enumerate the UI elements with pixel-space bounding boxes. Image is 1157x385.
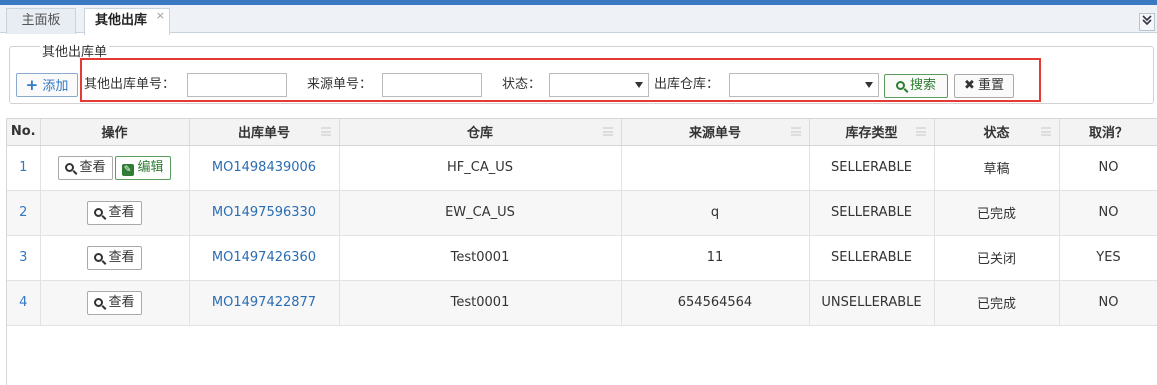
close-icon[interactable]: × xyxy=(156,4,165,28)
order-no-link[interactable]: MO1498439006 xyxy=(189,145,340,191)
table-header-row: No. 操作 出库单号 仓库 来源单号 库存类型 状态 取消？ xyxy=(7,119,1157,146)
table-row: 1 查看 ✎ 编辑 MO1498439006 HF_CA_US SELLERABLE… xyxy=(7,145,1157,191)
view-button[interactable]: 查看 xyxy=(87,245,142,270)
edit-icon: ✎ xyxy=(121,163,134,176)
search-icon xyxy=(65,162,75,172)
warehouse-cell: Test0001 xyxy=(339,235,622,281)
table-row: 3 查看 MO1497426360 Test0001 11 SELLERABLE… xyxy=(7,235,1157,281)
stock-type-cell: SELLERABLE xyxy=(809,190,935,236)
status-cell: 已关闭 xyxy=(934,235,1060,281)
add-button-label: 添加 xyxy=(42,79,69,94)
col-header-status[interactable]: 状态 xyxy=(934,119,1060,146)
order-no-link[interactable]: MO1497426360 xyxy=(189,235,340,281)
col-header-order-no[interactable]: 出库单号 xyxy=(189,119,340,146)
order-no-link[interactable]: MO1497596330 xyxy=(189,190,340,236)
tab-bar: 主面板 其他出库 × xyxy=(0,5,1157,35)
cancel-cell: NO xyxy=(1059,190,1157,236)
col-header-cancel[interactable]: 取消？ xyxy=(1059,119,1157,146)
plus-icon: + xyxy=(25,76,39,94)
stock-type-cell: UNSELLERABLE xyxy=(809,280,935,326)
source-no-cell: 654564564 xyxy=(621,280,810,326)
row-number: 4 xyxy=(7,280,41,326)
col-header-actions[interactable]: 操作 xyxy=(40,119,190,146)
tab-label: 其他出库 xyxy=(95,13,148,28)
row-number: 1 xyxy=(7,145,41,191)
view-button[interactable]: 查看 xyxy=(58,155,113,180)
stock-type-cell: SELLERABLE xyxy=(809,145,935,191)
row-number: 2 xyxy=(7,190,41,236)
search-icon xyxy=(94,297,104,307)
col-header-no[interactable]: No. xyxy=(7,119,41,146)
status-cell: 草稿 xyxy=(934,145,1060,191)
chevron-down-icon[interactable] xyxy=(1139,13,1155,31)
row-actions: 查看 xyxy=(40,190,190,236)
col-header-stock-type[interactable]: 库存类型 xyxy=(809,119,935,146)
sort-icon[interactable] xyxy=(790,127,801,136)
view-button[interactable]: 查看 xyxy=(87,290,142,315)
outbound-table: No. 操作 出库单号 仓库 来源单号 库存类型 状态 取消？ 1 查看 ✎ 编辑 … xyxy=(7,119,1157,326)
row-number: 3 xyxy=(7,235,41,281)
add-button[interactable]: + 添加 xyxy=(16,73,78,97)
table-row: 2 查看 MO1497596330 EW_CA_US q SELLERABLE … xyxy=(7,190,1157,236)
cancel-cell: NO xyxy=(1059,280,1157,326)
warehouse-cell: HF_CA_US xyxy=(339,145,622,191)
status-cell: 已完成 xyxy=(934,280,1060,326)
order-no-link[interactable]: MO1497422877 xyxy=(189,280,340,326)
status-cell: 已完成 xyxy=(934,190,1060,236)
source-no-cell: q xyxy=(621,190,810,236)
cancel-cell: NO xyxy=(1059,145,1157,191)
row-actions: 查看 xyxy=(40,235,190,281)
source-no-cell: 11 xyxy=(621,235,810,281)
search-icon xyxy=(94,207,104,217)
double-chevron-icon xyxy=(1142,15,1152,26)
source-no-cell xyxy=(621,145,810,191)
tab-dashboard[interactable]: 主面板 xyxy=(6,8,76,34)
row-actions: 查看 ✎ 编辑 xyxy=(40,145,190,191)
col-header-source-no[interactable]: 来源单号 xyxy=(621,119,810,146)
row-actions: 查看 xyxy=(40,280,190,326)
table-row: 4 查看 MO1497422877 Test0001 654564564 UNS… xyxy=(7,280,1157,326)
sort-icon[interactable] xyxy=(1040,127,1051,136)
highlight-box xyxy=(80,58,1041,102)
data-grid: No. 操作 出库单号 仓库 来源单号 库存类型 状态 取消？ 1 查看 ✎ 编辑 … xyxy=(6,118,1157,385)
sort-icon[interactable] xyxy=(602,127,613,136)
edit-button[interactable]: ✎ 编辑 xyxy=(114,155,171,180)
sort-icon[interactable] xyxy=(320,127,331,136)
sort-icon[interactable] xyxy=(915,127,926,136)
view-button[interactable]: 查看 xyxy=(87,200,142,225)
warehouse-cell: Test0001 xyxy=(339,280,622,326)
cancel-cell: YES xyxy=(1059,235,1157,281)
stock-type-cell: SELLERABLE xyxy=(809,235,935,281)
search-icon xyxy=(94,252,104,262)
col-header-warehouse[interactable]: 仓库 xyxy=(339,119,622,146)
warehouse-cell: EW_CA_US xyxy=(339,190,622,236)
tab-other-outbound[interactable]: 其他出库 × xyxy=(84,8,170,35)
